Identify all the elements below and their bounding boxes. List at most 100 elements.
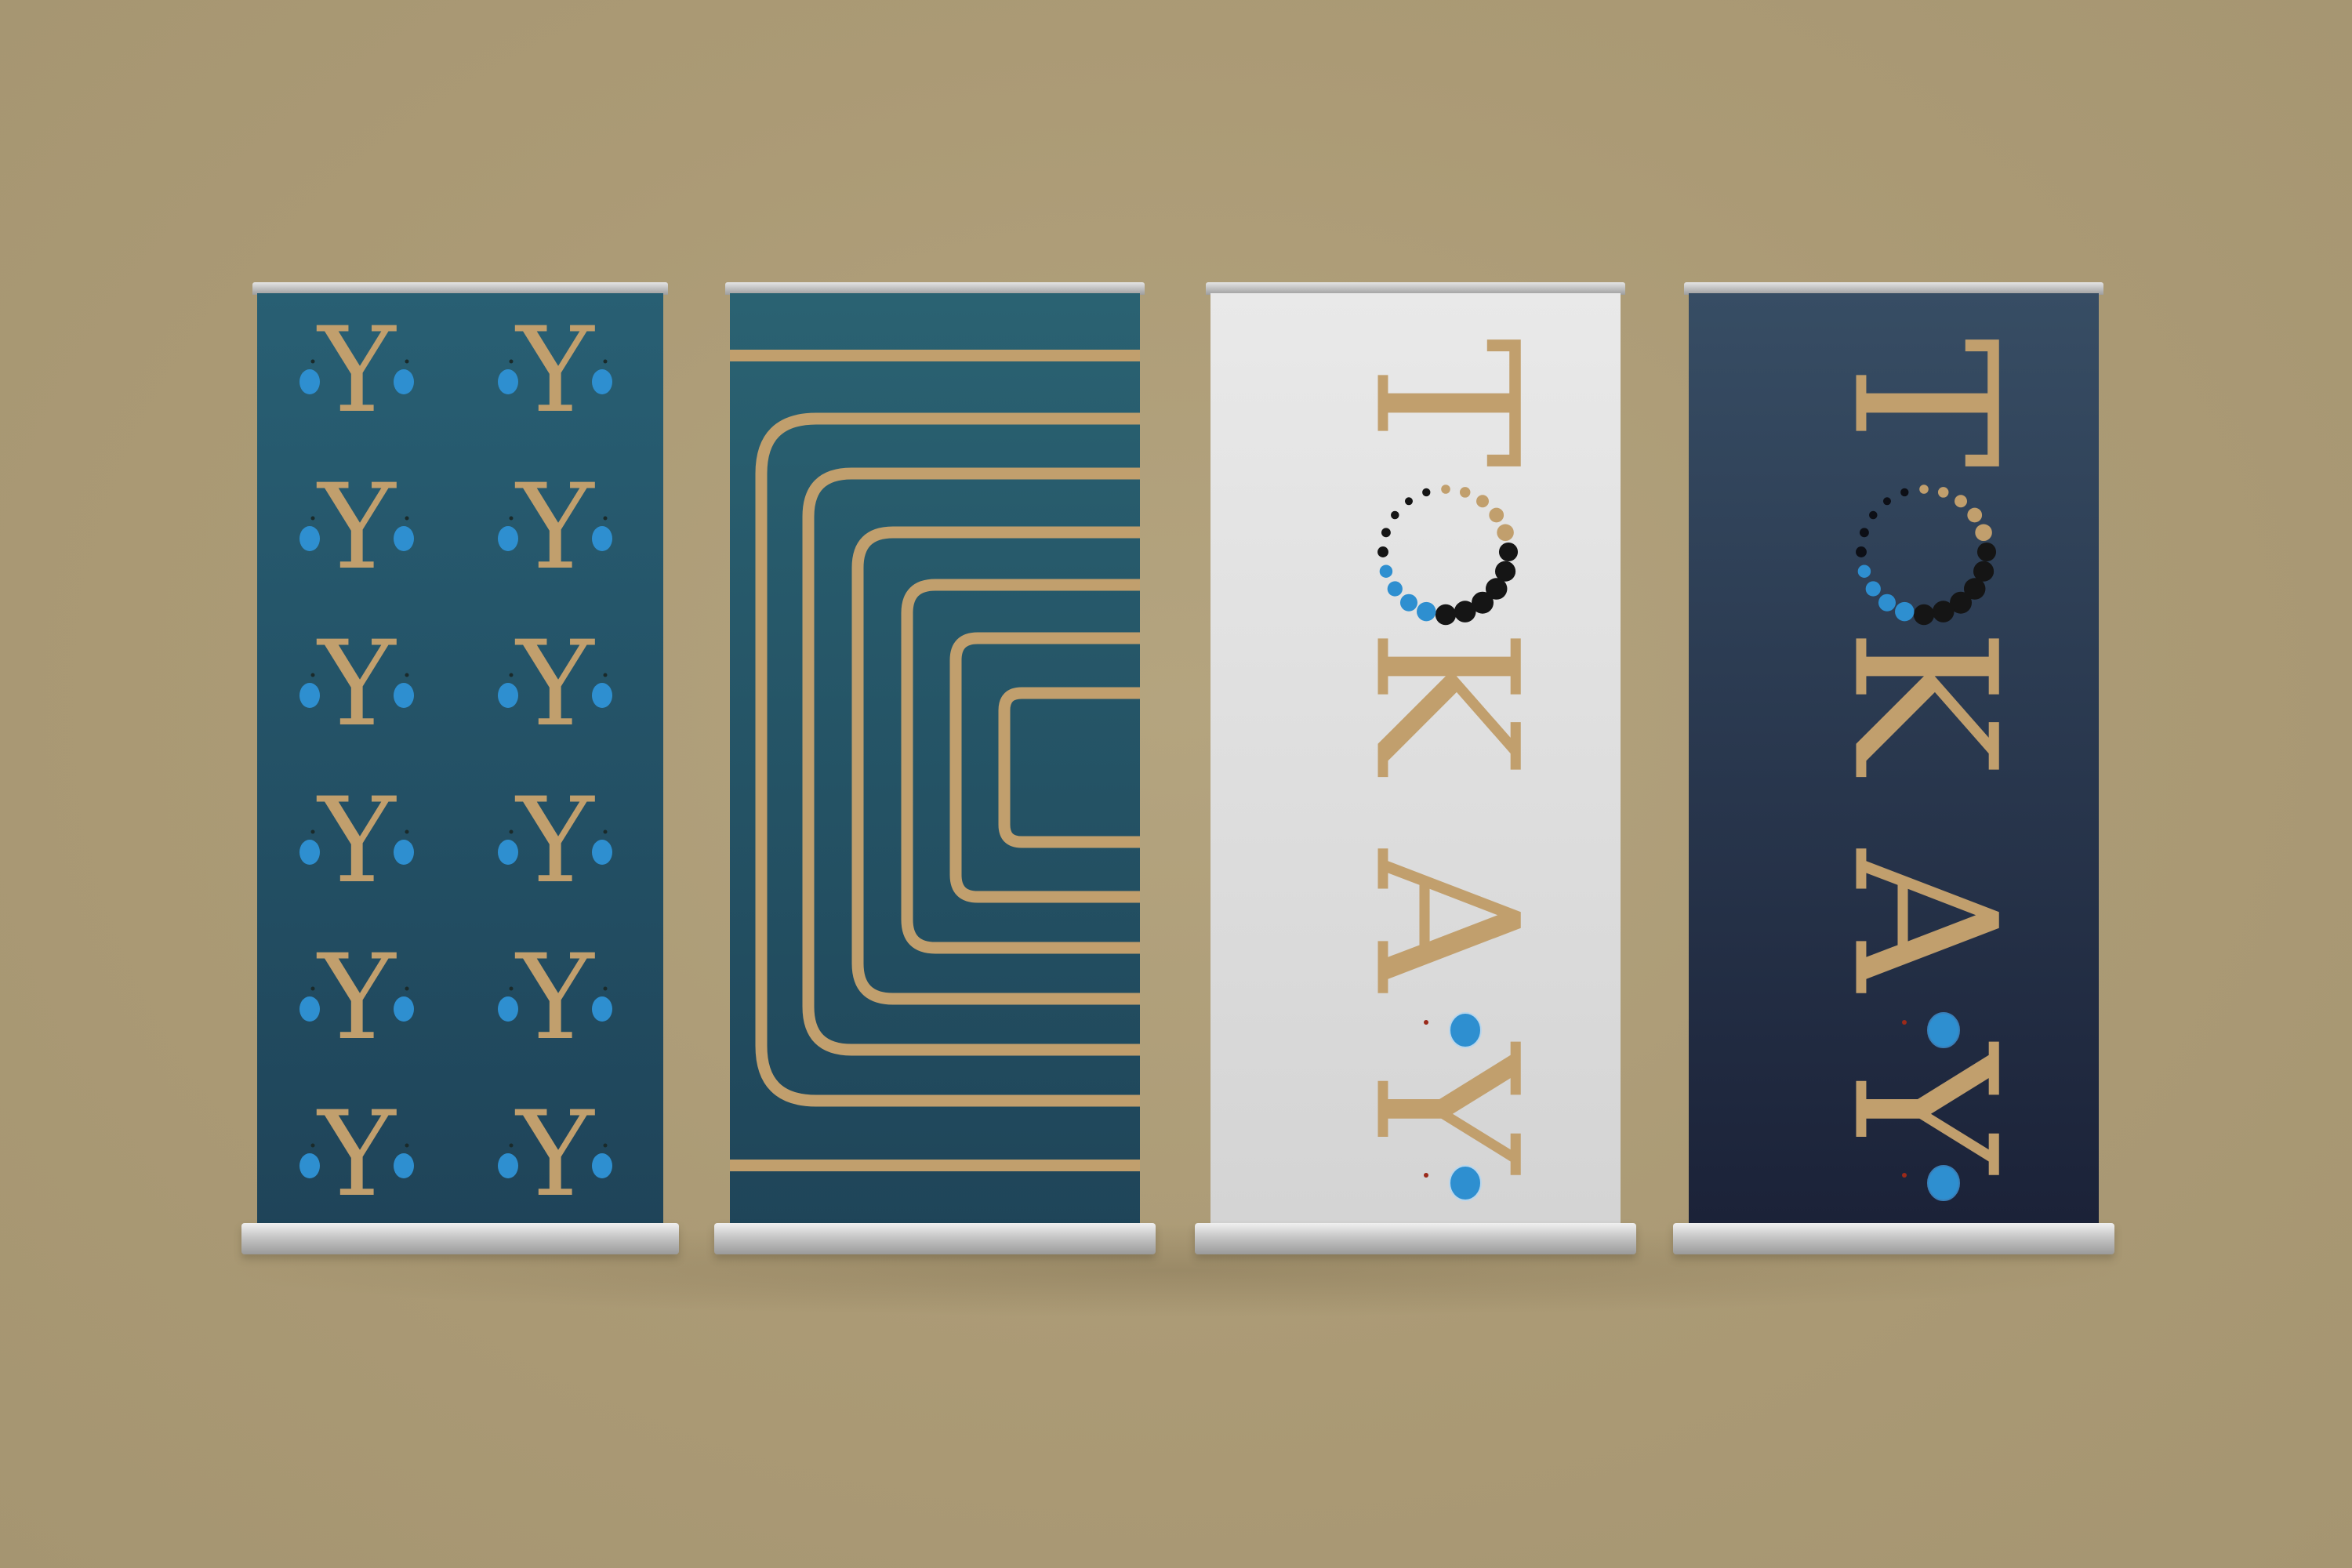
small-dark-dot <box>603 516 608 521</box>
wordmark-letter-a: A <box>1332 848 1560 993</box>
banner-print-wordmark-dark: TKAYYAKOT <box>1689 293 2099 1223</box>
rollup-banner-wordmark-light: TKAYYAKOT <box>1195 282 1636 1254</box>
blue-gem-dot <box>299 1153 320 1178</box>
small-dark-dot <box>509 986 514 991</box>
blue-gem-dot <box>1449 1012 1482 1048</box>
ring-dot <box>1895 601 1915 622</box>
blue-gem-dot <box>498 526 518 551</box>
blue-gem-dot <box>592 840 612 865</box>
banner-base <box>241 1223 679 1254</box>
monogram-letter: Y <box>514 1087 595 1223</box>
wordmark-letter-a: A <box>1810 848 2038 993</box>
monogram-letter: Y <box>316 773 397 909</box>
rollup-banner-frames <box>714 282 1156 1254</box>
ring-dot <box>1856 546 1867 557</box>
ring-dot <box>1919 485 1929 494</box>
small-dark-dot <box>405 986 409 991</box>
ring-dot <box>1441 485 1450 494</box>
ring-dot <box>1387 581 1403 597</box>
wordmark-letter-k: K <box>1332 628 1560 778</box>
ring-dot <box>1975 524 1992 542</box>
small-dark-dot <box>509 516 514 521</box>
ring-dot <box>1976 542 1997 562</box>
blue-gem-dot <box>1449 1165 1482 1201</box>
ring-dot <box>1865 581 1881 597</box>
small-dark-dot <box>603 359 608 364</box>
ring-dot <box>1476 495 1490 508</box>
blue-gem-dot <box>1927 1165 1960 1201</box>
ring-dot <box>1379 564 1393 578</box>
blue-gem-dot <box>299 683 320 708</box>
monogram-pattern-artwork: Y YY YY YY YY YY Y <box>257 293 663 1223</box>
small-red-dot <box>1902 1020 1907 1025</box>
small-dark-dot <box>310 829 315 834</box>
ring-dot <box>1498 542 1519 562</box>
blue-gem-dot <box>592 996 612 1022</box>
ring-dot <box>1399 593 1417 612</box>
monogram-letter: Y <box>316 459 397 596</box>
rollup-banner-wordmark-dark: TKAYYAKOT <box>1673 282 2114 1254</box>
monogram-letter: Y <box>514 773 595 909</box>
ring-dot <box>1913 604 1935 626</box>
small-dark-dot <box>310 516 315 521</box>
ring-dot <box>1417 601 1436 622</box>
small-red-dot <box>1902 1173 1907 1178</box>
ring-dot <box>1937 487 1949 498</box>
blue-gem-dot <box>394 1153 414 1178</box>
blue-gem-dot <box>299 996 320 1022</box>
monogram-letter: Y <box>316 303 397 439</box>
small-dark-dot <box>603 673 608 677</box>
monogram-letter: Y <box>514 930 595 1066</box>
small-dark-dot <box>509 359 514 364</box>
blue-gem-dot <box>498 996 518 1022</box>
banner-base <box>1673 1223 2114 1254</box>
ring-dot <box>1932 601 1955 622</box>
blue-gem-dot <box>394 369 414 394</box>
blue-gem-dot <box>299 526 320 551</box>
blue-gem-dot <box>1927 1012 1960 1048</box>
wordmark-artwork-light: TKAYYAKOT <box>1210 293 1621 1223</box>
concentric-frames-artwork <box>730 293 1140 1223</box>
blue-gem-dot <box>592 1153 612 1178</box>
blue-gem-dot <box>394 996 414 1022</box>
banner-print-monogram-pattern: YYYYYYYYYYYY <box>257 293 663 1223</box>
blue-gem-dot <box>592 369 612 394</box>
small-dark-dot <box>310 359 315 364</box>
ring-dot <box>1435 604 1457 626</box>
banner-print-concentric-frames <box>730 293 1140 1223</box>
small-dark-dot <box>603 829 608 834</box>
ring-dot <box>1900 488 1909 497</box>
wordmark-letter-y: Y <box>1332 1041 1560 1175</box>
blue-gem-dot <box>299 840 320 865</box>
small-dark-dot <box>509 1143 514 1148</box>
monogram-letter: Y <box>316 616 397 753</box>
small-red-dot <box>1424 1173 1428 1178</box>
wordmark-letter-k: K <box>1810 628 2038 778</box>
small-dark-dot <box>405 829 409 834</box>
small-dark-dot <box>405 673 409 677</box>
ring-dot <box>1955 495 1968 508</box>
ring-dot <box>1497 524 1514 542</box>
wordmark-letter-t: T <box>1332 338 1560 469</box>
ring-dot <box>1454 601 1476 622</box>
ring-dot <box>1857 564 1871 578</box>
banner-base <box>714 1223 1156 1254</box>
small-dark-dot <box>603 986 608 991</box>
small-dark-dot <box>509 673 514 677</box>
banner-base <box>1195 1223 1636 1254</box>
wordmark-letter-t: T <box>1810 338 2038 469</box>
ring-dot <box>1391 510 1399 520</box>
blue-gem-dot <box>498 840 518 865</box>
wordmark-artwork-dark: TKAYYAKOT <box>1689 293 2099 1223</box>
blue-gem-dot <box>299 369 320 394</box>
banner-print-wordmark-light: TKAYYAKOT <box>1210 293 1621 1223</box>
blue-gem-dot <box>394 683 414 708</box>
blue-gem-dot <box>498 1153 518 1178</box>
ring-dot <box>1878 593 1896 612</box>
gold-stripe <box>730 350 1140 361</box>
ring-dot <box>1381 528 1391 538</box>
small-dark-dot <box>509 829 514 834</box>
blue-gem-dot <box>394 526 414 551</box>
banner-background <box>730 293 1140 1223</box>
ring-dot <box>1422 488 1431 497</box>
